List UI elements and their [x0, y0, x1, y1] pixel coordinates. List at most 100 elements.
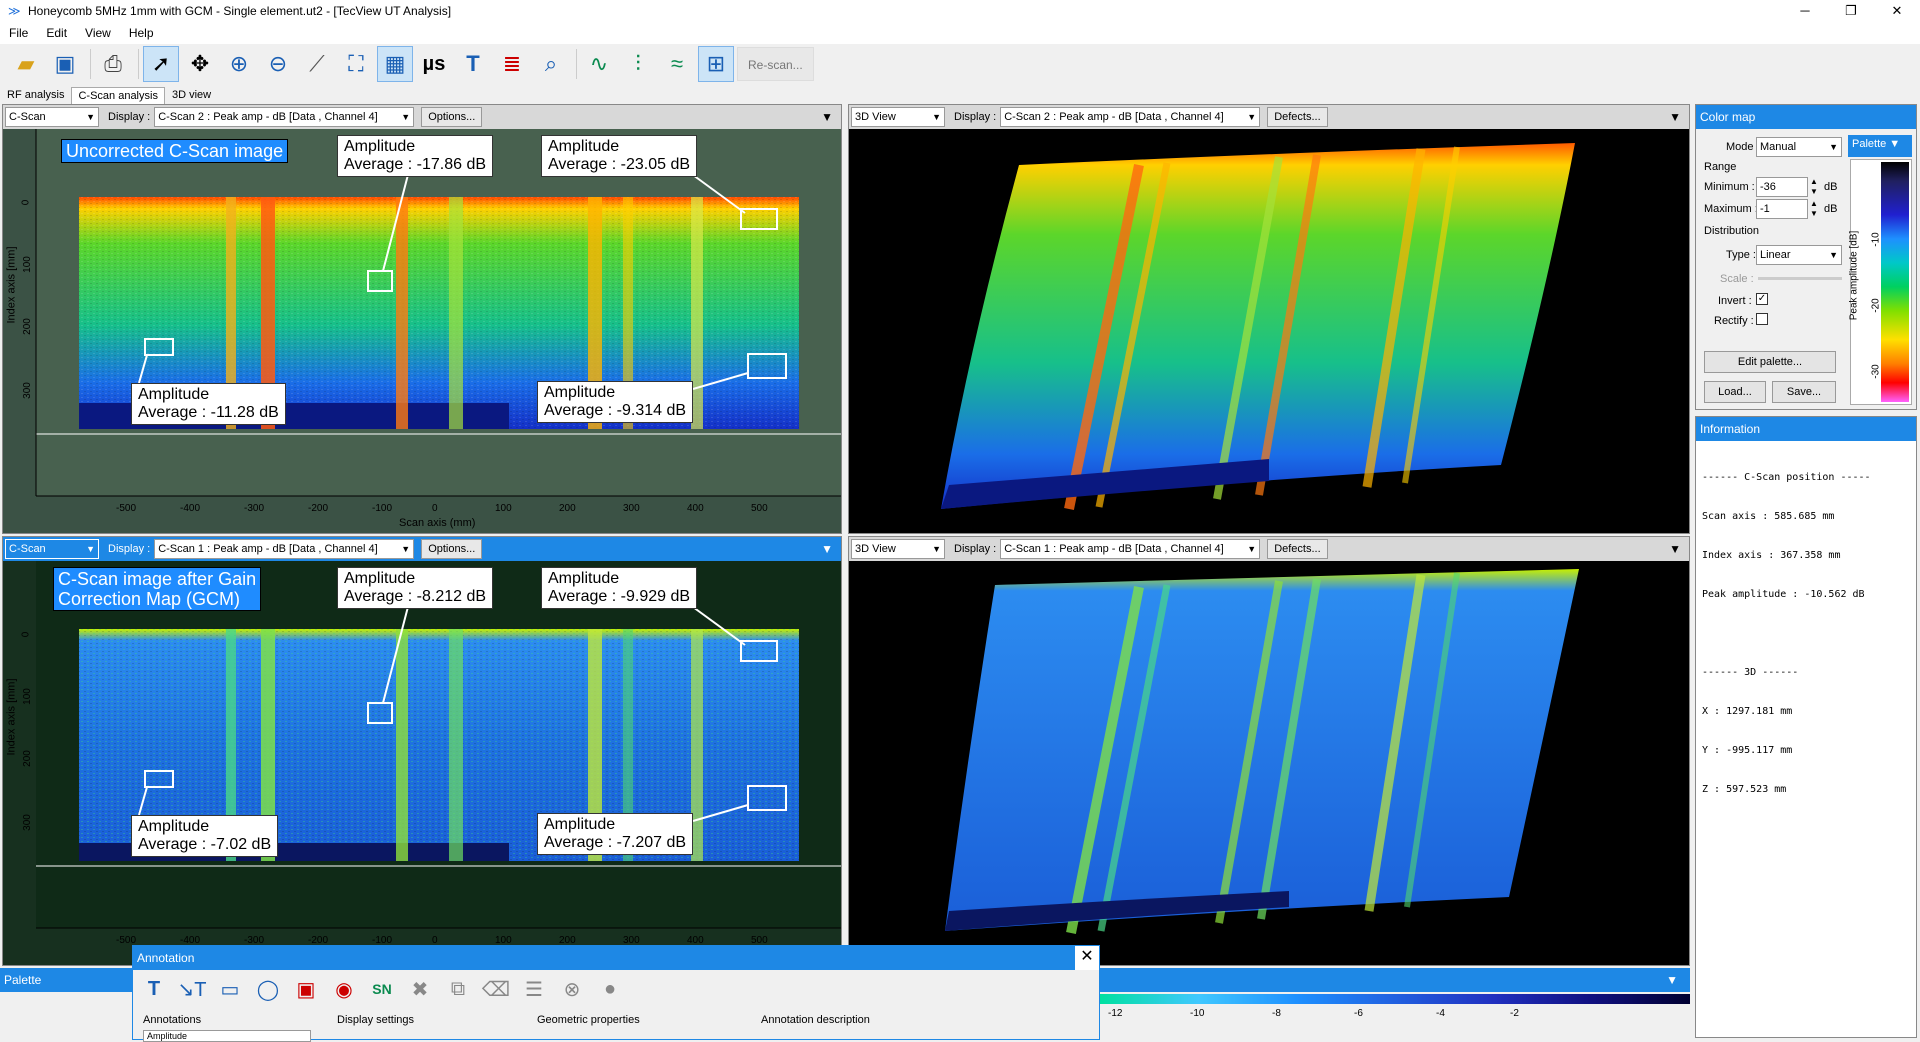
view-type-select[interactable]: C-Scan ▼ [5, 539, 99, 559]
record-icon[interactable]: ● [593, 974, 627, 1004]
rectify-label: Rectify : [1714, 315, 1754, 327]
remove-icon[interactable]: ⌫ [479, 974, 513, 1004]
annotation-list[interactable]: Amplitude [143, 1030, 311, 1042]
disable-icon[interactable]: ⊗ [555, 974, 589, 1004]
arrow-text-icon[interactable]: ↘T [175, 974, 209, 1004]
maximum-input[interactable]: -1 [1756, 199, 1808, 219]
print-icon[interactable]: ⎙ [95, 46, 131, 82]
a-scan-icon[interactable]: ∿ [581, 46, 617, 82]
close-icon[interactable]: ✕ [1075, 946, 1099, 970]
view-tabs: RF analysis C-Scan analysis 3D view [0, 84, 218, 104]
display-select[interactable]: C-Scan 1 : Peak amp - dB [Data , Channel… [154, 539, 415, 559]
microsecond-icon[interactable]: µs [416, 46, 452, 82]
palette-tab[interactable]: Palette ▼ [1848, 135, 1912, 157]
minimum-input[interactable]: -36 [1756, 177, 1808, 197]
box-text-icon[interactable]: ▭ [213, 974, 247, 1004]
display-select[interactable]: C-Scan 2 : Peak amp - dB [Data , Channel… [154, 107, 415, 127]
display-select[interactable]: C-Scan 1 : Peak amp - dB [Data , Channel… [1000, 539, 1261, 559]
options-button[interactable]: Options... [421, 539, 483, 559]
menu-edit[interactable]: Edit [37, 26, 76, 40]
defects-button[interactable]: Defects... [1267, 107, 1328, 127]
copy-icon[interactable]: ⧉ [441, 974, 475, 1004]
list-icon[interactable]: ☰ [517, 974, 551, 1004]
amplitude-annotation[interactable]: Amplitude Average : -8.212 dB [337, 567, 494, 609]
c-scan-plot-top[interactable]: Uncorrected C-Scan image Amplitude Averag… [3, 129, 841, 533]
rectify-checkbox[interactable] [1756, 313, 1768, 325]
delete-icon[interactable]: ✖ [403, 974, 437, 1004]
amplitude-annotation[interactable]: Amplitude Average : -7.02 dB [131, 815, 279, 857]
chevron-down-icon[interactable]: ▼ [1669, 542, 1681, 556]
view-type-select[interactable]: C-Scan ▼ [5, 107, 99, 127]
snr-icon[interactable]: SN [365, 974, 399, 1004]
amplitude-box-icon[interactable]: ▣ [289, 974, 323, 1004]
text-annotation-icon[interactable]: T [137, 974, 171, 1004]
unit-label: dB [1824, 181, 1838, 193]
display-label: Display : [108, 543, 151, 555]
text-tool-icon[interactable]: T [455, 46, 491, 82]
3d-render-top[interactable] [849, 129, 1689, 533]
palette-tick: -30 [1870, 364, 1882, 379]
fit-view-icon[interactable]: ⛶ [338, 46, 374, 82]
zoom-in-icon[interactable]: ⊕ [221, 46, 257, 82]
rescan-button[interactable]: Re-scan... [737, 47, 814, 81]
invert-checkbox[interactable]: ✓ [1756, 293, 1768, 305]
save-button[interactable]: Save... [1772, 381, 1836, 403]
y-tick: 0 [20, 199, 32, 206]
window-controls: ─ ❐ ✕ [1782, 0, 1920, 22]
display-settings-label: Display settings [337, 1014, 415, 1026]
chevron-down-icon[interactable]: ▼ [821, 110, 833, 124]
amplitude-annotation[interactable]: Amplitude Average : -9.929 dB [541, 567, 698, 609]
menu-help[interactable]: Help [120, 26, 163, 40]
tab-rf-analysis[interactable]: RF analysis [0, 86, 71, 104]
chevron-down-icon[interactable]: ▼ [821, 542, 833, 556]
y-tick: 100 [21, 688, 33, 705]
y-tick: 200 [21, 318, 33, 335]
circle-text-icon[interactable]: ◯ [251, 974, 285, 1004]
options-button[interactable]: Options... [421, 107, 483, 127]
3d-render-bottom[interactable] [849, 561, 1689, 965]
amplitude-annotation[interactable]: Amplitude Average : -23.05 dB [541, 135, 698, 177]
defects-button[interactable]: Defects... [1267, 539, 1328, 559]
amplitude-annotation[interactable]: Amplitude Average : -11.28 dB [131, 383, 286, 425]
minimize-button[interactable]: ─ [1782, 0, 1828, 22]
view-type-select[interactable]: 3D View ▼ [851, 107, 945, 127]
load-button[interactable]: Load... [1704, 381, 1766, 403]
pointer-icon[interactable]: ➚ [143, 46, 179, 82]
inspect-icon[interactable]: ⌕ [533, 46, 569, 82]
tab-c-scan-analysis[interactable]: C-Scan analysis [71, 87, 165, 104]
save-icon[interactable]: ▣ [47, 46, 83, 82]
amplitude-annotation[interactable]: Amplitude Average : -9.314 dB [537, 381, 694, 423]
spinner-icon[interactable]: ▲ ▼ [1810, 177, 1818, 197]
view-type-select[interactable]: 3D View ▼ [851, 539, 945, 559]
scale-slider[interactable] [1758, 277, 1842, 280]
layout-grid-icon[interactable]: ⊞ [698, 46, 734, 82]
ruler-icon[interactable]: ⟋ [299, 46, 335, 82]
mode-select[interactable]: Manual ▼ [1756, 137, 1842, 157]
chevron-down-icon[interactable]: ▼ [1669, 110, 1681, 124]
close-button[interactable]: ✕ [1874, 0, 1920, 22]
edit-palette-button[interactable]: Edit palette... [1704, 351, 1836, 373]
chart-grid-icon[interactable]: ▦ [377, 46, 413, 82]
invert-label: Invert : [1718, 295, 1752, 307]
tab-3d-view[interactable]: 3D view [165, 86, 218, 104]
spinner-icon[interactable]: ▲ ▼ [1810, 199, 1818, 219]
type-select[interactable]: Linear ▼ [1756, 245, 1842, 265]
move-icon[interactable]: ✥ [182, 46, 218, 82]
b-scan-icon[interactable]: ⫶ [620, 46, 656, 82]
amplitude-annotation[interactable]: Amplitude Average : -7.207 dB [537, 813, 694, 855]
amplitude-annotation[interactable]: Amplitude Average : -17.86 dB [337, 135, 494, 177]
zoom-out-icon[interactable]: ⊖ [260, 46, 296, 82]
display-select[interactable]: C-Scan 2 : Peak amp - dB [Data , Channel… [1000, 107, 1261, 127]
maximize-button[interactable]: ❐ [1828, 0, 1874, 22]
c-scan-plot-bottom[interactable]: C-Scan image after Gain Correction Map (G… [3, 561, 841, 965]
amplitude-circle-icon[interactable]: ◉ [327, 974, 361, 1004]
palette-icon[interactable]: ≣ [494, 46, 530, 82]
open-folder-icon[interactable]: ▰ [8, 46, 44, 82]
menu-bar: File Edit View Help [0, 22, 1920, 44]
menu-file[interactable]: File [0, 26, 37, 40]
geometric-properties-label: Geometric properties [537, 1014, 640, 1026]
multi-scan-icon[interactable]: ≈ [659, 46, 695, 82]
menu-view[interactable]: View [76, 26, 120, 40]
panel-header: 3D View ▼ Display : C-Scan 1 : Peak amp -… [849, 537, 1689, 561]
chevron-down-icon[interactable]: ▼ [1666, 968, 1678, 992]
